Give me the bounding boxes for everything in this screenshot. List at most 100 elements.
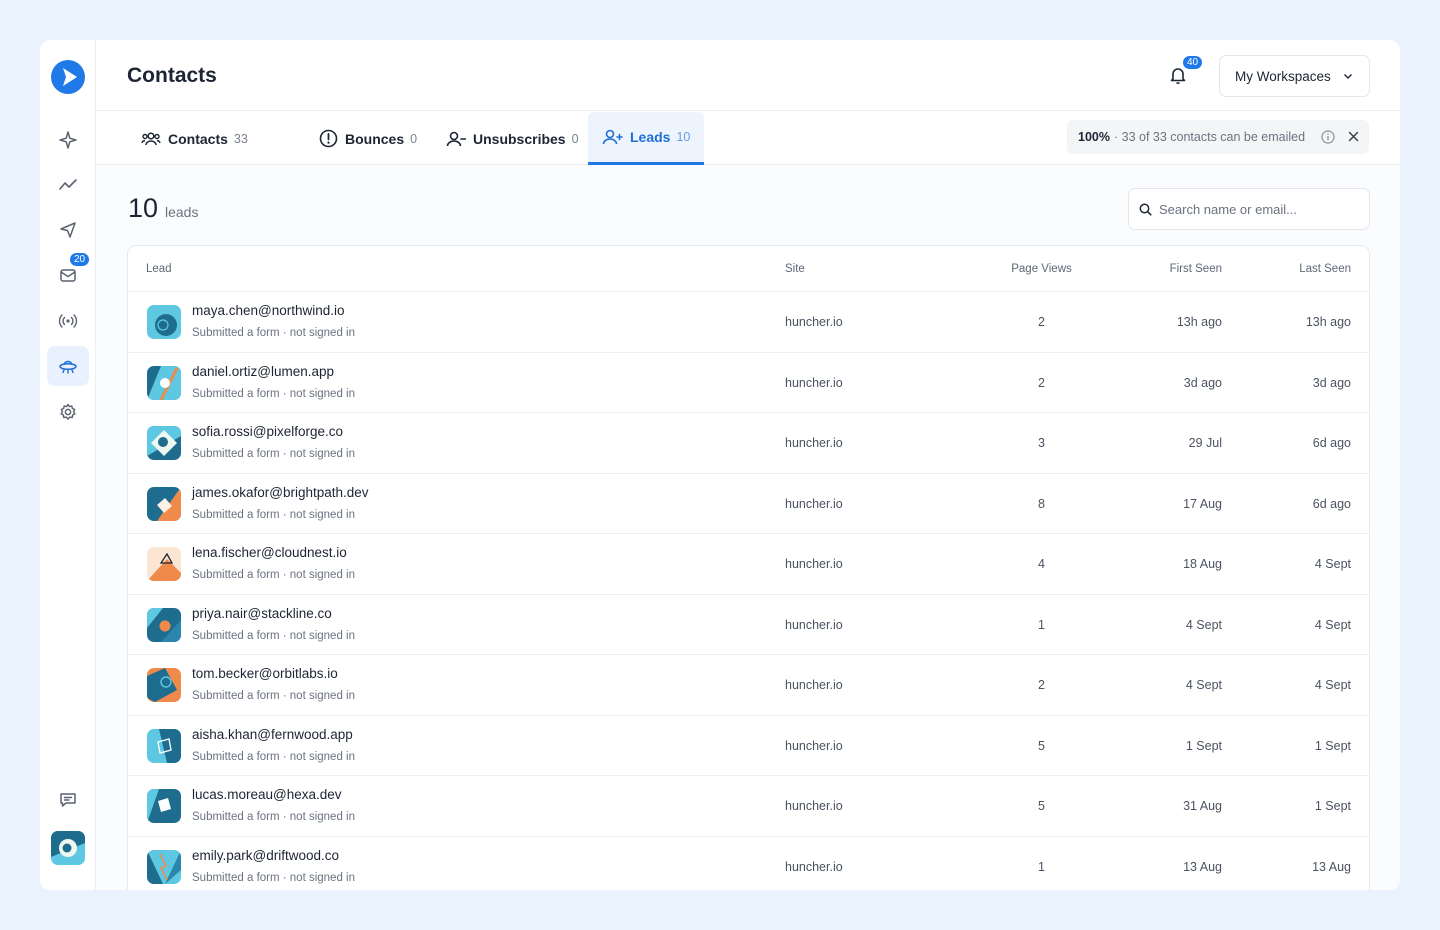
lead-avatar bbox=[147, 789, 181, 823]
lead-status: Submitted a form · not signed in bbox=[192, 508, 355, 521]
chevron-down-icon bbox=[1344, 74, 1352, 79]
lead-last-seen: 6d ago bbox=[1312, 436, 1351, 450]
lead-page-views: 5 bbox=[1038, 799, 1045, 813]
lead-site: huncher.io bbox=[785, 799, 843, 813]
sidebar-item-leads[interactable] bbox=[47, 346, 89, 386]
table-row[interactable]: tom.becker@orbitlabs.io Submitted a form… bbox=[128, 655, 1369, 716]
main-content: 10 leads Lead Site Page Views First Seen… bbox=[96, 165, 1400, 890]
leads-table: Lead Site Page Views First Seen Last See… bbox=[127, 245, 1370, 890]
sidebar-item-settings[interactable] bbox=[47, 392, 89, 432]
lead-email[interactable]: aisha.khan@fernwood.app bbox=[192, 727, 353, 742]
sidebar-item-sparkle[interactable] bbox=[47, 120, 89, 160]
user-avatar[interactable] bbox=[51, 831, 85, 865]
column-header-lead[interactable]: Lead bbox=[146, 263, 172, 275]
table-row[interactable]: emily.park@driftwood.co Submitted a form… bbox=[128, 837, 1369, 891]
sidebar-item-analytics[interactable] bbox=[47, 165, 89, 205]
lead-status: Submitted a form · not signed in bbox=[192, 690, 355, 702]
table-row[interactable]: aisha.khan@fernwood.app Submitted a form… bbox=[128, 716, 1369, 776]
lead-avatar bbox=[147, 305, 181, 339]
table-row[interactable]: lena.fischer@cloudnest.io Submitted a fo… bbox=[128, 534, 1369, 595]
tab-leads[interactable]: Leads 10 bbox=[588, 112, 705, 165]
lead-first-seen: 4 Sept bbox=[1185, 617, 1222, 632]
notifications-button[interactable]: 40 bbox=[1167, 54, 1205, 86]
lead-last-seen: 1 Sept bbox=[1314, 799, 1351, 813]
table-row[interactable]: priya.nair@stackline.co Submitted a form… bbox=[128, 595, 1369, 655]
tabs-bar: Contacts 33 Bounces 0 Unsubscribes 0 Lea… bbox=[96, 112, 1400, 165]
users-icon bbox=[141, 131, 161, 145]
notification-badge: 40 bbox=[1181, 54, 1205, 71]
tab-contacts[interactable]: Contacts 33 bbox=[141, 112, 248, 165]
table-row[interactable]: lucas.moreau@hexa.dev Submitted a form ·… bbox=[128, 776, 1369, 837]
lead-page-views: 1 bbox=[1038, 859, 1045, 874]
gear-icon bbox=[60, 403, 76, 420]
lead-last-seen: 4 Sept bbox=[1314, 617, 1351, 632]
lead-status: Submitted a form · not signed in bbox=[192, 387, 355, 400]
tab-bounces[interactable]: Bounces 0 bbox=[319, 112, 417, 165]
feedback-button[interactable] bbox=[47, 780, 89, 820]
chat-icon bbox=[60, 793, 76, 807]
app-window: 20 Contacts 40 My Workspaces Contacts 33… bbox=[40, 40, 1400, 890]
tab-leads-label: Leads bbox=[630, 129, 671, 145]
lead-site: huncher.io bbox=[785, 557, 843, 571]
email-status-banner: 100% · 33 of 33 contacts can be emailed bbox=[1067, 120, 1369, 154]
tab-leads-count: 10 bbox=[676, 130, 691, 144]
lead-page-views: 2 bbox=[1038, 315, 1045, 329]
lead-email[interactable]: priya.nair@stackline.co bbox=[192, 606, 332, 621]
tab-bounces-label: Bounces bbox=[345, 130, 405, 147]
lead-avatar bbox=[147, 365, 181, 400]
lead-page-views: 5 bbox=[1038, 738, 1045, 753]
lead-first-seen: 1 Sept bbox=[1185, 738, 1222, 753]
lead-email[interactable]: tom.becker@orbitlabs.io bbox=[192, 666, 338, 681]
tab-unsubscribes[interactable]: Unsubscribes 0 bbox=[446, 112, 579, 165]
info-icon[interactable] bbox=[1321, 130, 1335, 144]
tab-bounces-count: 0 bbox=[410, 131, 418, 146]
table-row[interactable]: daniel.ortiz@lumen.app Submitted a form … bbox=[128, 353, 1369, 413]
table-row[interactable]: sofia.rossi@pixelforge.co Submitted a fo… bbox=[128, 413, 1369, 474]
sidebar-item-inbox[interactable]: 20 bbox=[47, 251, 92, 295]
lead-site: huncher.io bbox=[785, 436, 843, 450]
column-header-last-seen[interactable]: Last Seen bbox=[1299, 263, 1351, 275]
tab-contacts-label: Contacts bbox=[168, 130, 228, 147]
leads-count-label: leads bbox=[165, 204, 199, 220]
table-row[interactable]: maya.chen@northwind.io Submitted a form … bbox=[128, 292, 1369, 353]
lead-first-seen: 13h ago bbox=[1176, 315, 1222, 329]
lead-email[interactable]: james.okafor@brightpath.dev bbox=[192, 485, 369, 500]
sidebar-item-signals[interactable] bbox=[47, 301, 89, 341]
lead-email[interactable]: lena.fischer@cloudnest.io bbox=[192, 545, 347, 560]
column-header-page-views[interactable]: Page Views bbox=[998, 263, 1085, 275]
leads-count: 10 bbox=[128, 193, 159, 223]
ufo-icon bbox=[59, 360, 77, 374]
sparkle-icon bbox=[59, 131, 77, 149]
lead-email[interactable]: daniel.ortiz@lumen.app bbox=[192, 364, 334, 379]
lead-avatar bbox=[147, 486, 181, 521]
search-input[interactable] bbox=[1159, 190, 1359, 228]
trend-icon bbox=[59, 179, 77, 190]
search-box[interactable] bbox=[1128, 188, 1370, 230]
lead-site: huncher.io bbox=[785, 375, 843, 390]
column-header-first-seen[interactable]: First Seen bbox=[1170, 263, 1222, 275]
lead-email[interactable]: maya.chen@northwind.io bbox=[192, 303, 345, 318]
tab-contacts-count: 33 bbox=[233, 131, 248, 146]
user-plus-icon bbox=[602, 129, 623, 145]
lead-status: Submitted a form · not signed in bbox=[192, 569, 355, 581]
close-icon[interactable] bbox=[1348, 131, 1359, 142]
lead-email[interactable]: lucas.moreau@hexa.dev bbox=[192, 787, 342, 802]
alert-circle-icon bbox=[319, 129, 338, 148]
lead-avatar bbox=[147, 547, 181, 581]
lead-site: huncher.io bbox=[785, 859, 843, 874]
lead-avatar bbox=[147, 607, 181, 642]
lead-email[interactable]: emily.park@driftwood.co bbox=[192, 848, 339, 863]
lead-email[interactable]: sofia.rossi@pixelforge.co bbox=[192, 424, 343, 439]
workspace-selector[interactable]: My Workspaces bbox=[1219, 55, 1370, 97]
lead-avatar bbox=[147, 426, 181, 460]
lead-avatar bbox=[147, 849, 181, 884]
lead-last-seen: 3d ago bbox=[1312, 375, 1351, 390]
sidebar-item-campaigns[interactable] bbox=[47, 210, 89, 250]
broadcast-icon bbox=[58, 314, 78, 328]
column-header-site[interactable]: Site bbox=[785, 263, 805, 275]
lead-status: Submitted a form · not signed in bbox=[192, 871, 355, 884]
lead-site: huncher.io bbox=[785, 617, 843, 632]
table-row[interactable]: james.okafor@brightpath.dev Submitted a … bbox=[128, 474, 1369, 534]
play-logo[interactable] bbox=[51, 60, 85, 94]
send-icon bbox=[60, 222, 76, 238]
